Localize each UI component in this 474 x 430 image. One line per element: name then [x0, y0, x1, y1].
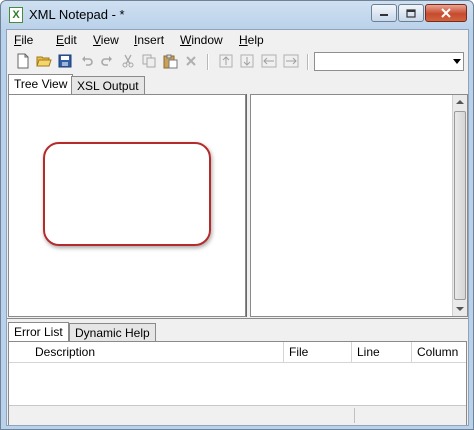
maximize-icon	[406, 8, 416, 18]
copy-icon	[142, 54, 156, 68]
copy-button[interactable]	[141, 53, 157, 69]
tab-tree-view[interactable]: Tree View	[8, 74, 74, 94]
new-file-icon	[17, 53, 29, 69]
paste-button[interactable]	[162, 53, 178, 69]
tab-dynamic-help[interactable]: Dynamic Help	[69, 323, 156, 341]
tree-view-pane[interactable]	[8, 94, 246, 317]
output-tabs: Error List Dynamic Help	[7, 321, 468, 342]
tab-error-list[interactable]: Error List	[8, 322, 69, 342]
caption-buttons	[370, 4, 467, 24]
nudge-down-icon	[240, 54, 254, 68]
redo-icon	[101, 56, 112, 66]
paste-icon	[163, 54, 177, 68]
save-icon	[58, 54, 72, 68]
scroll-thumb[interactable]	[454, 111, 466, 300]
menu-help[interactable]: Help	[239, 33, 264, 47]
scroll-down-icon[interactable]	[456, 307, 464, 311]
window-title: XML Notepad - *	[29, 7, 125, 22]
column-divider[interactable]	[351, 342, 352, 362]
column-description[interactable]: Description	[35, 345, 95, 359]
app-window: X XML Notepad - * File Edit View Insert …	[0, 0, 474, 430]
nudge-left-icon	[261, 54, 277, 68]
toolbar	[7, 50, 468, 74]
menu-edit[interactable]: Edit	[56, 33, 77, 47]
nudge-right-icon	[283, 54, 299, 68]
delete-icon	[186, 56, 196, 66]
tab-xsl-output[interactable]: XSL Output	[71, 76, 145, 94]
close-icon	[441, 8, 451, 18]
column-column[interactable]: Column	[417, 345, 458, 359]
xml-notepad-app-icon[interactable]: X	[9, 7, 23, 23]
menu-insert[interactable]: Insert	[134, 33, 164, 47]
status-divider	[354, 408, 355, 423]
nudge-down-button[interactable]	[239, 53, 255, 69]
column-divider[interactable]	[283, 342, 284, 362]
new-file-button[interactable]	[15, 53, 31, 69]
undo-button[interactable]	[79, 53, 95, 69]
minimize-icon	[380, 14, 388, 16]
column-divider[interactable]	[411, 342, 412, 362]
minimize-button[interactable]	[371, 4, 397, 22]
title-bar[interactable]: X XML Notepad - *	[1, 1, 473, 29]
view-tabs: Tree View XSL Output	[7, 74, 468, 95]
open-button[interactable]	[36, 53, 52, 69]
nudge-up-button[interactable]	[218, 53, 234, 69]
column-line[interactable]: Line	[357, 345, 380, 359]
column-file[interactable]: File	[289, 345, 308, 359]
scroll-up-icon[interactable]	[456, 100, 464, 104]
menu-file[interactable]: File	[14, 33, 33, 47]
error-list-header: Description File Line Column	[9, 342, 466, 363]
error-list-panel: Description File Line Column	[8, 341, 467, 425]
client-area: File Edit View Insert Window Help Tree V…	[6, 29, 469, 426]
nudge-right-button[interactable]	[283, 53, 299, 69]
location-combo[interactable]	[314, 52, 464, 71]
open-folder-icon	[36, 56, 52, 67]
cut-icon	[122, 54, 134, 68]
toolbar-separator	[307, 54, 309, 70]
cut-button[interactable]	[120, 53, 136, 69]
menu-view[interactable]: View	[93, 33, 119, 47]
highlight-annotation	[43, 142, 211, 246]
vertical-scrollbar[interactable]	[452, 95, 467, 316]
undo-icon	[82, 56, 93, 66]
delete-button[interactable]	[183, 53, 199, 69]
toolbar-separator	[207, 54, 209, 70]
nudge-up-icon	[219, 54, 233, 68]
save-button[interactable]	[57, 53, 73, 69]
redo-button[interactable]	[99, 53, 115, 69]
maximize-button[interactable]	[398, 4, 424, 22]
status-bar	[9, 405, 466, 425]
close-button[interactable]	[425, 4, 467, 22]
menu-window[interactable]: Window	[180, 33, 223, 47]
nudge-left-button[interactable]	[261, 53, 277, 69]
node-text-pane[interactable]	[250, 94, 468, 317]
chevron-down-icon[interactable]	[453, 59, 461, 64]
menu-bar: File Edit View Insert Window Help	[7, 30, 468, 50]
